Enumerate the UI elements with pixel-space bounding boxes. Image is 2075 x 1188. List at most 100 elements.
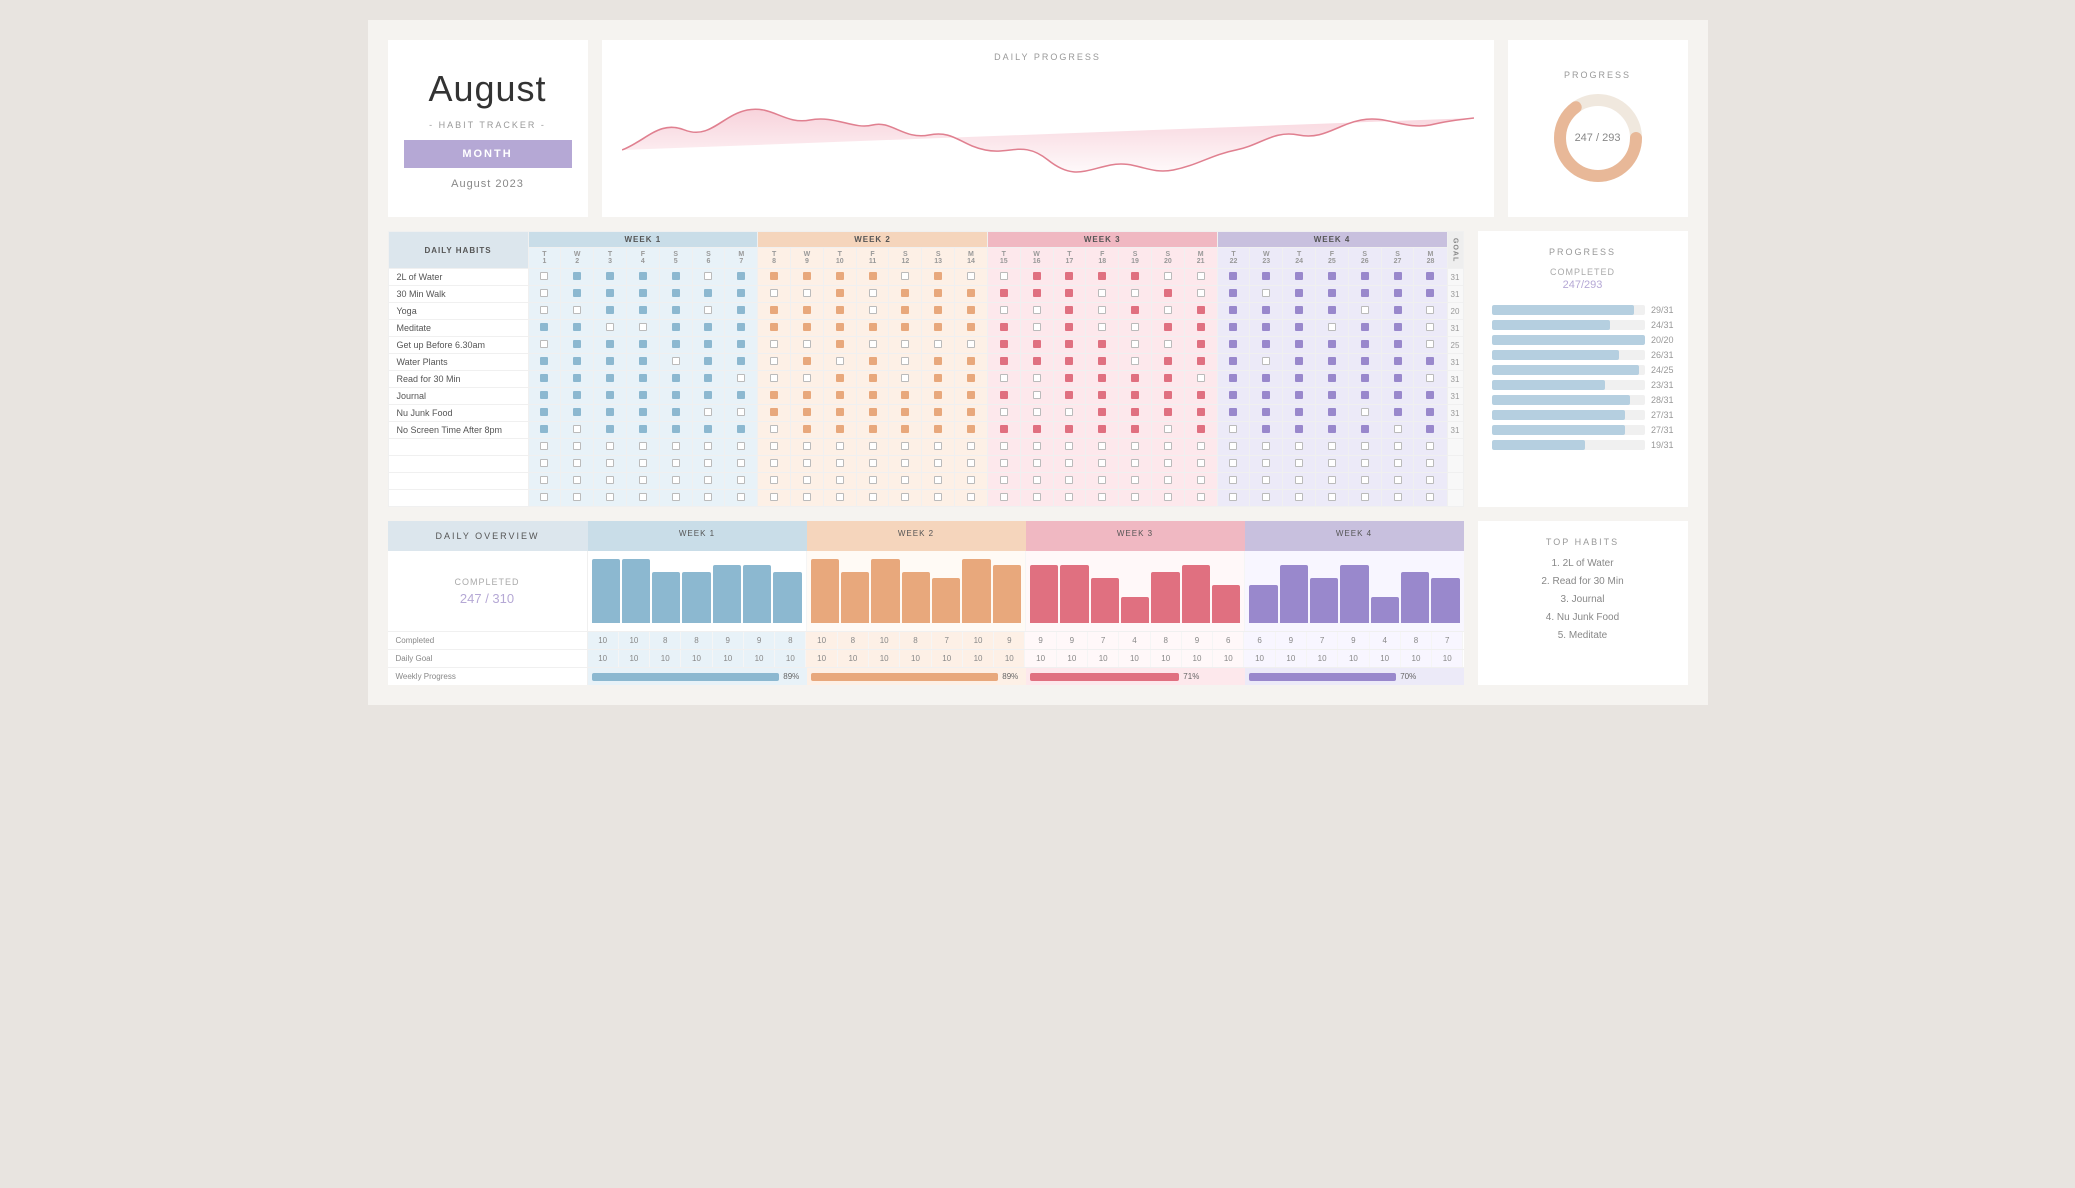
habit-cell-r2-w0-d2[interactable] xyxy=(594,303,627,320)
empty-cell-r0-w1-d1[interactable] xyxy=(791,439,824,456)
habit-cell-r3-w2-d6[interactable] xyxy=(1184,320,1217,337)
habit-cell-r8-w1-d5[interactable] xyxy=(922,405,955,422)
empty-cell-r3-w1-d1[interactable] xyxy=(791,490,824,507)
empty-cell-r1-w3-d1[interactable] xyxy=(1250,456,1283,473)
habit-cell-r2-w2-d1[interactable] xyxy=(1020,303,1053,320)
habit-cell-r4-w2-d4[interactable] xyxy=(1119,337,1152,354)
habit-cell-r6-w1-d6[interactable] xyxy=(955,371,988,388)
empty-cell-r2-w2-d6[interactable] xyxy=(1184,473,1217,490)
habit-cell-r0-w0-d2[interactable] xyxy=(594,269,627,286)
empty-cell-r3-w1-d0[interactable] xyxy=(758,490,791,507)
habit-cell-r7-w3-d0[interactable] xyxy=(1217,388,1250,405)
habit-cell-r6-w1-d3[interactable] xyxy=(856,371,889,388)
habit-cell-r5-w1-d6[interactable] xyxy=(955,354,988,371)
empty-cell-r2-w3-d2[interactable] xyxy=(1283,473,1316,490)
habit-cell-r2-w2-d6[interactable] xyxy=(1184,303,1217,320)
habit-cell-r1-w3-d0[interactable] xyxy=(1217,286,1250,303)
habit-cell-r3-w2-d1[interactable] xyxy=(1020,320,1053,337)
empty-cell-r1-w1-d6[interactable] xyxy=(955,456,988,473)
habit-cell-r8-w3-d4[interactable] xyxy=(1348,405,1381,422)
empty-cell-r3-w3-d1[interactable] xyxy=(1250,490,1283,507)
empty-cell-r1-w3-d2[interactable] xyxy=(1283,456,1316,473)
habit-cell-r5-w0-d3[interactable] xyxy=(626,354,659,371)
habit-cell-r9-w2-d4[interactable] xyxy=(1119,422,1152,439)
empty-cell-r0-w3-d3[interactable] xyxy=(1316,439,1349,456)
empty-cell-r1-w1-d0[interactable] xyxy=(758,456,791,473)
habit-cell-r9-w2-d5[interactable] xyxy=(1151,422,1184,439)
habit-cell-r0-w0-d0[interactable] xyxy=(528,269,561,286)
habit-cell-r9-w0-d5[interactable] xyxy=(692,422,725,439)
empty-cell-r0-w0-d0[interactable] xyxy=(528,439,561,456)
empty-cell-r2-w1-d0[interactable] xyxy=(758,473,791,490)
empty-cell-r0-w0-d2[interactable] xyxy=(594,439,627,456)
empty-cell-r1-w0-d6[interactable] xyxy=(725,456,758,473)
habit-cell-r2-w0-d0[interactable] xyxy=(528,303,561,320)
habit-cell-r5-w1-d5[interactable] xyxy=(922,354,955,371)
empty-cell-r0-w2-d2[interactable] xyxy=(1053,439,1086,456)
habit-cell-r4-w3-d0[interactable] xyxy=(1217,337,1250,354)
habit-cell-r2-w1-d5[interactable] xyxy=(922,303,955,320)
habit-cell-r7-w3-d6[interactable] xyxy=(1414,388,1447,405)
habit-cell-r7-w2-d1[interactable] xyxy=(1020,388,1053,405)
habit-cell-r1-w1-d4[interactable] xyxy=(889,286,922,303)
habit-cell-r0-w3-d6[interactable] xyxy=(1414,269,1447,286)
empty-cell-r0-w1-d3[interactable] xyxy=(856,439,889,456)
habit-cell-r5-w3-d5[interactable] xyxy=(1381,354,1414,371)
empty-cell-r0-w2-d3[interactable] xyxy=(1086,439,1119,456)
habit-cell-r9-w2-d1[interactable] xyxy=(1020,422,1053,439)
empty-cell-r1-w0-d3[interactable] xyxy=(626,456,659,473)
habit-cell-r5-w0-d5[interactable] xyxy=(692,354,725,371)
empty-cell-r3-w3-d6[interactable] xyxy=(1414,490,1447,507)
habit-cell-r2-w2-d0[interactable] xyxy=(987,303,1020,320)
habit-cell-r0-w2-d1[interactable] xyxy=(1020,269,1053,286)
habit-cell-r6-w1-d0[interactable] xyxy=(758,371,791,388)
habit-cell-r1-w0-d4[interactable] xyxy=(659,286,692,303)
empty-cell-r3-w0-d0[interactable] xyxy=(528,490,561,507)
habit-cell-r8-w3-d5[interactable] xyxy=(1381,405,1414,422)
habit-cell-r6-w2-d5[interactable] xyxy=(1151,371,1184,388)
habit-cell-r3-w2-d5[interactable] xyxy=(1151,320,1184,337)
habit-cell-r6-w2-d3[interactable] xyxy=(1086,371,1119,388)
habit-cell-r0-w0-d6[interactable] xyxy=(725,269,758,286)
habit-cell-r3-w2-d3[interactable] xyxy=(1086,320,1119,337)
habit-cell-r2-w0-d1[interactable] xyxy=(561,303,594,320)
empty-cell-r1-w1-d5[interactable] xyxy=(922,456,955,473)
habit-cell-r0-w3-d1[interactable] xyxy=(1250,269,1283,286)
empty-cell-r2-w3-d6[interactable] xyxy=(1414,473,1447,490)
habit-cell-r0-w3-d0[interactable] xyxy=(1217,269,1250,286)
empty-cell-r1-w3-d6[interactable] xyxy=(1414,456,1447,473)
empty-cell-r2-w0-d4[interactable] xyxy=(659,473,692,490)
habit-cell-r5-w2-d1[interactable] xyxy=(1020,354,1053,371)
habit-cell-r2-w3-d1[interactable] xyxy=(1250,303,1283,320)
habit-cell-r9-w3-d5[interactable] xyxy=(1381,422,1414,439)
empty-cell-r3-w0-d5[interactable] xyxy=(692,490,725,507)
empty-cell-r1-w2-d5[interactable] xyxy=(1151,456,1184,473)
habit-cell-r5-w0-d1[interactable] xyxy=(561,354,594,371)
empty-cell-r0-w3-d5[interactable] xyxy=(1381,439,1414,456)
habit-cell-r4-w1-d5[interactable] xyxy=(922,337,955,354)
habit-cell-r0-w0-d5[interactable] xyxy=(692,269,725,286)
habit-cell-r2-w1-d3[interactable] xyxy=(856,303,889,320)
habit-cell-r7-w2-d2[interactable] xyxy=(1053,388,1086,405)
habit-cell-r7-w0-d5[interactable] xyxy=(692,388,725,405)
empty-cell-r2-w1-d4[interactable] xyxy=(889,473,922,490)
empty-cell-r2-w3-d1[interactable] xyxy=(1250,473,1283,490)
habit-cell-r5-w2-d5[interactable] xyxy=(1151,354,1184,371)
habit-cell-r6-w0-d4[interactable] xyxy=(659,371,692,388)
habit-cell-r5-w0-d4[interactable] xyxy=(659,354,692,371)
habit-cell-r0-w1-d3[interactable] xyxy=(856,269,889,286)
empty-cell-r2-w0-d5[interactable] xyxy=(692,473,725,490)
habit-cell-r4-w0-d2[interactable] xyxy=(594,337,627,354)
habit-cell-r6-w0-d6[interactable] xyxy=(725,371,758,388)
empty-cell-r2-w1-d5[interactable] xyxy=(922,473,955,490)
empty-cell-r2-w0-d0[interactable] xyxy=(528,473,561,490)
habit-cell-r1-w2-d1[interactable] xyxy=(1020,286,1053,303)
habit-cell-r9-w0-d1[interactable] xyxy=(561,422,594,439)
habit-cell-r3-w3-d4[interactable] xyxy=(1348,320,1381,337)
habit-cell-r4-w1-d6[interactable] xyxy=(955,337,988,354)
habit-cell-r1-w2-d5[interactable] xyxy=(1151,286,1184,303)
habit-cell-r4-w3-d2[interactable] xyxy=(1283,337,1316,354)
habit-cell-r2-w0-d5[interactable] xyxy=(692,303,725,320)
empty-cell-r1-w0-d5[interactable] xyxy=(692,456,725,473)
empty-cell-r2-w2-d3[interactable] xyxy=(1086,473,1119,490)
